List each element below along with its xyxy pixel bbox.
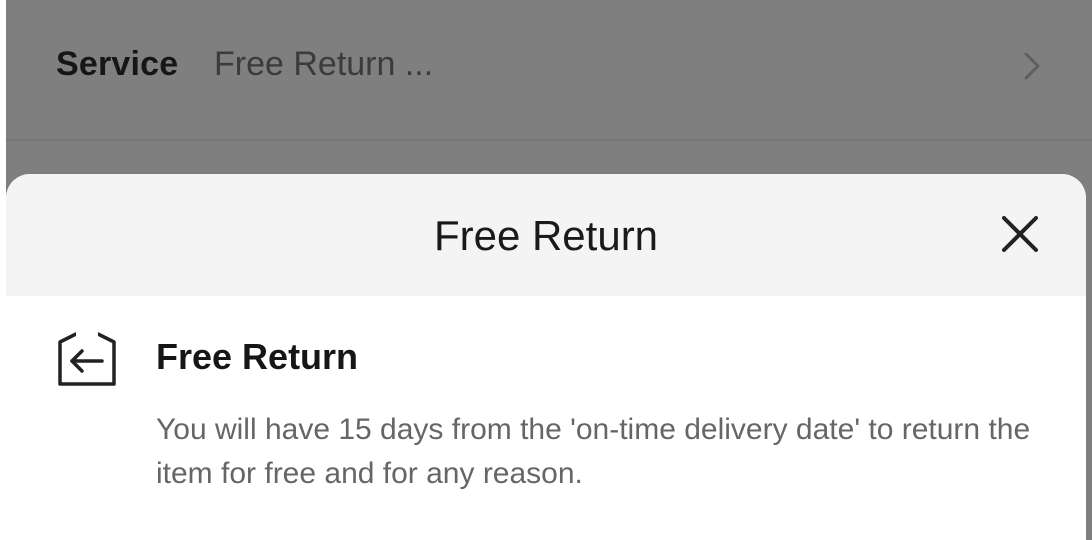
divider <box>6 139 1092 141</box>
chevron-right-icon <box>1014 48 1050 84</box>
feature-title: Free Return <box>156 336 359 377</box>
service-label: Service <box>56 45 179 83</box>
free-return-sheet: Free Return Free Return You will have 15… <box>6 174 1086 540</box>
service-value: Free Return ... <box>214 45 434 83</box>
close-icon <box>1000 214 1040 259</box>
sheet-header: Free Return <box>6 174 1086 296</box>
app-screen: Service Free Return ... Free Return Free… <box>0 0 1092 540</box>
feature-description: You will have 15 days from the 'on-time … <box>156 413 1031 490</box>
sheet-title: Free Return <box>433 212 659 259</box>
close-button[interactable] <box>992 208 1048 264</box>
return-box-icon <box>54 330 120 390</box>
service-row[interactable]: Service Free Return ... <box>6 0 1092 140</box>
